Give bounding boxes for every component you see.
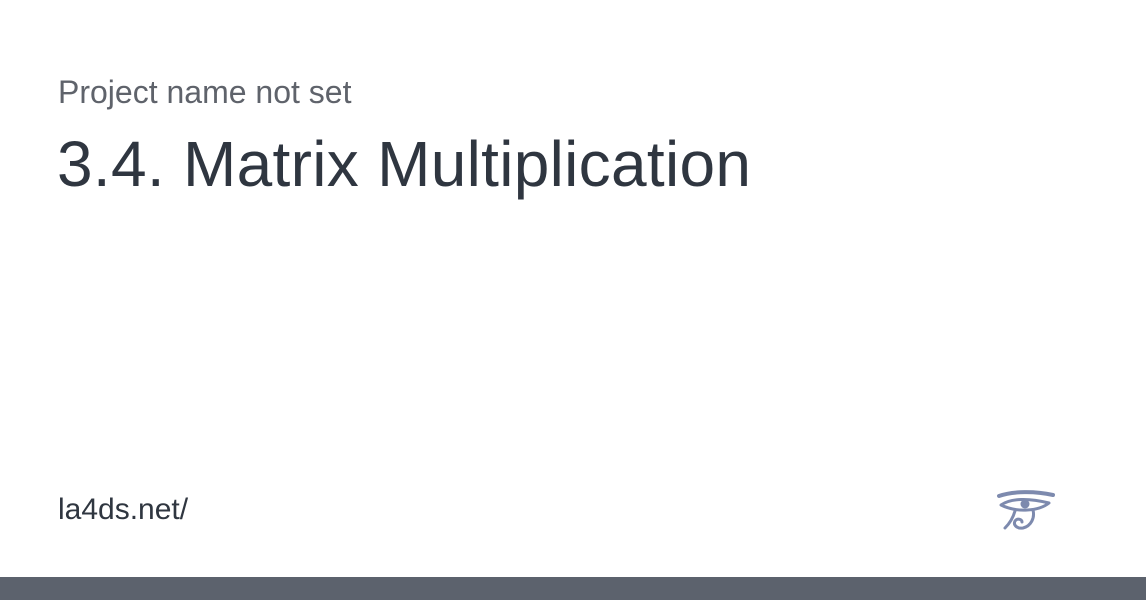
footer-bar (0, 577, 1146, 600)
eye-of-horus-icon (997, 490, 1055, 530)
project-name: Project name not set (58, 74, 352, 110)
page-title: 3.4. Matrix Multiplication (57, 128, 752, 200)
social-card: Project name not set 3.4. Matrix Multipl… (0, 0, 1146, 577)
site-url: la4ds.net/ (58, 493, 189, 526)
